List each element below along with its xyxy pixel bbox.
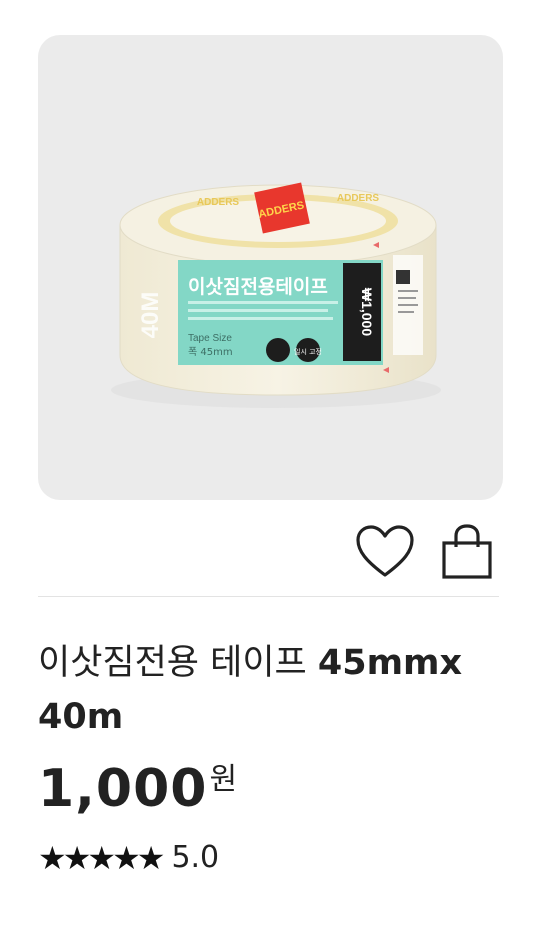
tape-illustration: ADDERS ADDERS ADDERS 이삿짐전용테이프 Tape Size …: [111, 182, 441, 408]
price-amount: 1,000: [38, 759, 208, 819]
price-tag-text: ₩1,000: [359, 288, 375, 336]
wishlist-button[interactable]: [353, 520, 417, 584]
product-image[interactable]: ADDERS ADDERS ADDERS 이삿짐전용테이프 Tape Size …: [38, 35, 503, 500]
product-price: 1,000 원: [38, 758, 237, 820]
add-to-cart-button[interactable]: [435, 520, 499, 584]
product-card: ADDERS ADDERS ADDERS 이삿짐전용테이프 Tape Size …: [0, 0, 533, 928]
price-unit: 원: [209, 762, 238, 797]
product-name: 이삿짐전용 테이프: [38, 643, 307, 683]
svg-text:ADDERS: ADDERS: [337, 193, 380, 204]
rating-score: 5.0: [171, 840, 220, 875]
tape-size-value: 폭 45mm: [188, 346, 233, 358]
product-actions: [353, 520, 499, 584]
shopping-bag-icon: [442, 524, 492, 579]
product-rating: ★★★★★ 5.0: [38, 838, 219, 878]
rating-stars-icon: ★★★★★: [38, 839, 165, 877]
heart-icon: [356, 525, 414, 577]
product-title[interactable]: 이삿짐전용 테이프 45mmx 40m: [38, 636, 508, 744]
package-label: 이삿짐전용테이프: [188, 276, 328, 298]
badge-text: 일시 고정: [294, 347, 322, 356]
divider: [38, 596, 499, 597]
length-label: 40M: [137, 292, 164, 339]
svg-text:ADDERS: ADDERS: [197, 197, 240, 208]
tape-size-label: Tape Size: [188, 333, 232, 344]
